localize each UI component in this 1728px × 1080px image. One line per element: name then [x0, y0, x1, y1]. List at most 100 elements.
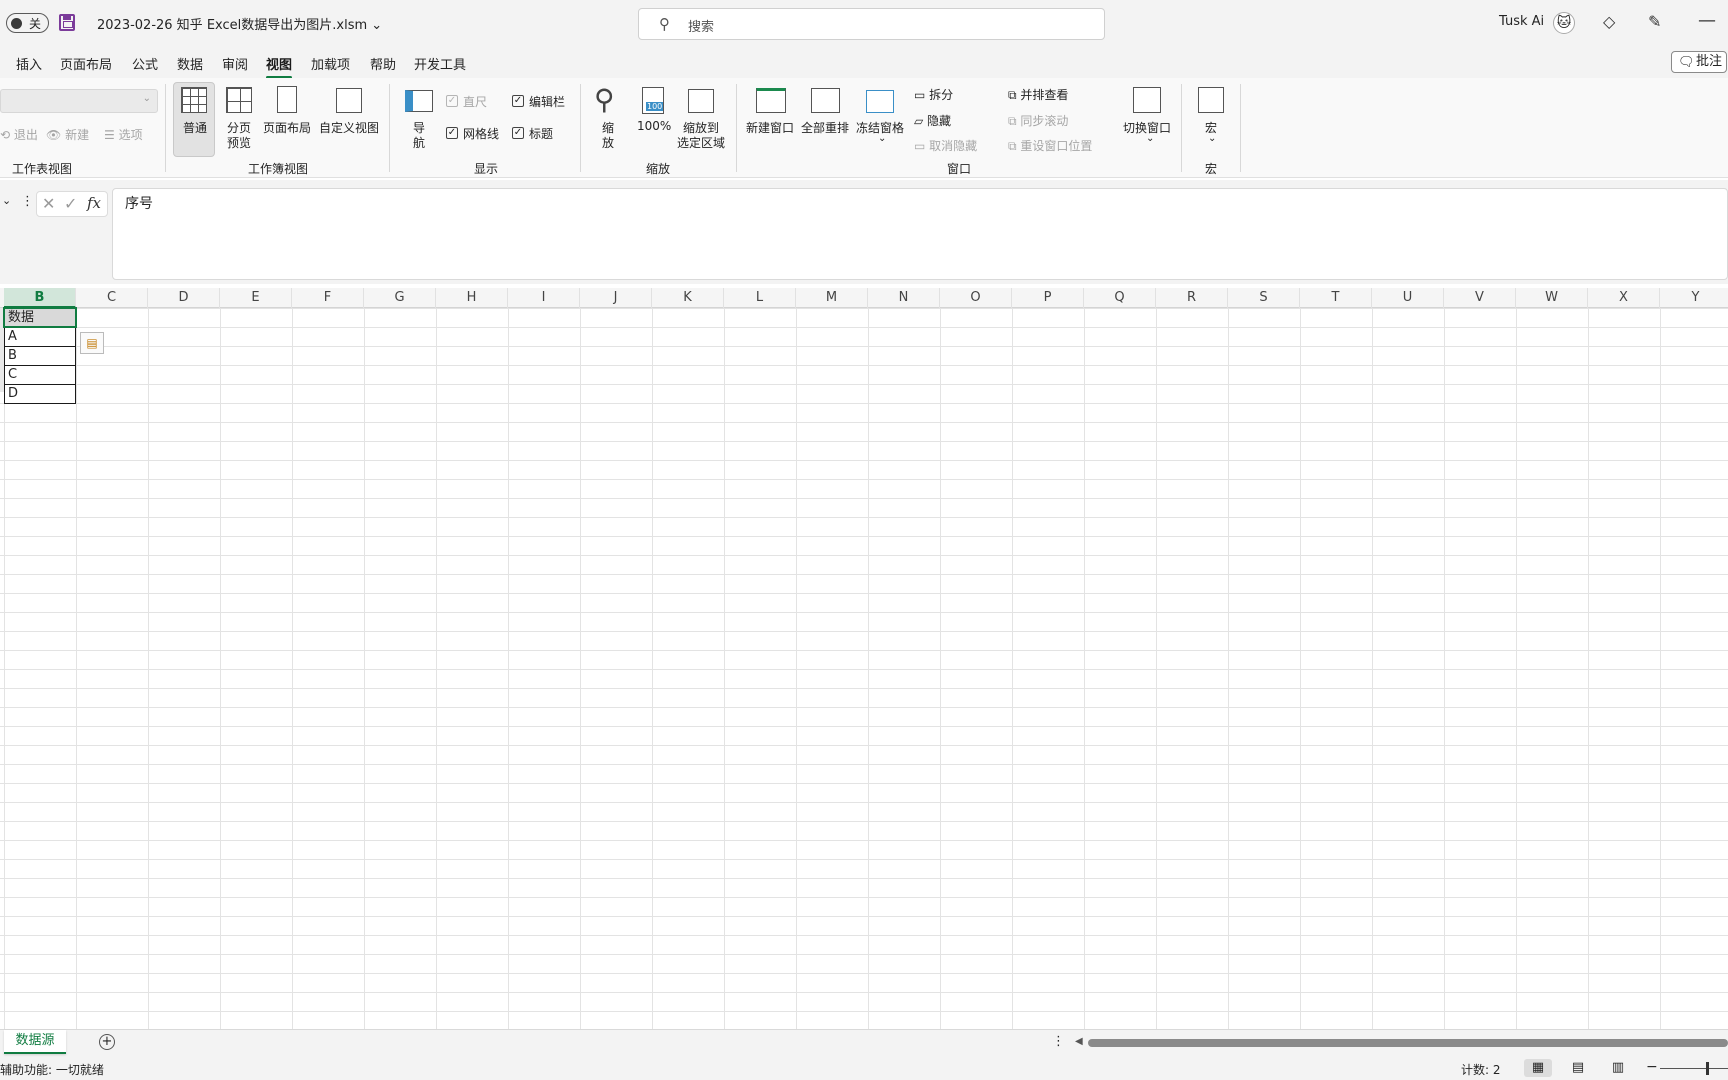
pen-icon[interactable]: ✎ [1648, 12, 1661, 31]
reset-window-position-button[interactable]: ⧉ 重设窗口位置 [1008, 137, 1092, 154]
ruler-checkbox[interactable]: ✓ [446, 95, 458, 107]
avatar[interactable]: 🐱 [1553, 12, 1575, 34]
split-button[interactable]: ▭ 拆分 [914, 86, 953, 103]
formula-bar-checkbox[interactable]: ✓ [512, 95, 524, 107]
quick-analysis-icon[interactable]: ▤ [80, 332, 104, 354]
tab-formulas[interactable]: 公式 [132, 54, 158, 73]
column-header-x[interactable]: X [1588, 288, 1660, 308]
zoom-100-icon[interactable]: 100 [642, 87, 664, 114]
accessibility-status[interactable]: 辅助功能: 一切就绪 [0, 1061, 104, 1078]
horizontal-scrollbar[interactable] [1088, 1039, 1728, 1047]
search-box[interactable]: ⚲ 搜索 [638, 8, 1105, 40]
column-header-d[interactable]: D [148, 288, 220, 308]
user-name[interactable]: Tusk Ai [1499, 14, 1544, 29]
tab-help[interactable]: 帮助 [370, 54, 396, 73]
save-icon[interactable] [59, 14, 75, 31]
column-header-m[interactable]: M [796, 288, 868, 308]
cell-b1[interactable]: 数据 [3, 307, 77, 328]
more-icon[interactable]: ⋮ [21, 194, 34, 209]
document-title[interactable]: 2023-02-26 知乎 Excel数据导出为图片.xlsm ⌄ [97, 14, 382, 33]
freeze-panes-icon[interactable] [866, 90, 894, 113]
sheet-view-select[interactable]: ⌄ [0, 89, 158, 113]
tab-developer[interactable]: 开发工具 [414, 54, 466, 73]
switch-windows-icon[interactable] [1133, 87, 1161, 113]
worksheet-grid[interactable]: BCDEFGHIJKLMNOPQRSTUVWXY 数据 A B C D ▤ [0, 288, 1728, 1029]
gridlines-checkbox[interactable]: ✓ [446, 127, 458, 139]
side-by-side-button[interactable]: ⧉ 并排查看 [1008, 86, 1068, 103]
column-header-i[interactable]: I [508, 288, 580, 308]
navigation-icon[interactable] [405, 90, 433, 112]
page-break-view-icon[interactable]: ▥ [1604, 1059, 1632, 1077]
name-box-chevron-icon[interactable]: ⌄ [2, 194, 11, 207]
column-header-l[interactable]: L [724, 288, 796, 308]
new-window-icon[interactable] [756, 88, 786, 113]
cell-b5[interactable]: D [4, 385, 76, 404]
tab-page-layout[interactable]: 页面布局 [60, 54, 112, 73]
cell-b2[interactable]: A [4, 328, 76, 347]
hide-button[interactable]: ▱ 隐藏 [914, 112, 951, 129]
column-header-w[interactable]: W [1516, 288, 1588, 308]
column-header-o[interactable]: O [940, 288, 1012, 308]
tab-review[interactable]: 审阅 [222, 54, 248, 73]
cancel-icon[interactable]: ✕ [42, 194, 55, 213]
tab-insert[interactable]: 插入 [16, 54, 42, 73]
page-layout-view-icon[interactable]: ▤ [1564, 1059, 1592, 1077]
column-header-v[interactable]: V [1444, 288, 1516, 308]
column-header-s[interactable]: S [1228, 288, 1300, 308]
column-header-h[interactable]: H [436, 288, 508, 308]
cell-b3[interactable]: B [4, 347, 76, 366]
unhide-button[interactable]: ▭ 取消隐藏 [914, 137, 977, 154]
hide-label: 隐藏 [927, 114, 952, 128]
zoom-out-icon[interactable]: − [1646, 1059, 1658, 1075]
custom-views-icon[interactable] [336, 88, 362, 113]
column-header-e[interactable]: E [220, 288, 292, 308]
zoom-to-selection-icon[interactable] [688, 89, 714, 113]
column-header-j[interactable]: J [580, 288, 652, 308]
add-sheet-icon[interactable]: + [99, 1034, 115, 1050]
chevron-down-icon[interactable]: ⌄ [878, 133, 886, 144]
page-layout-icon[interactable] [277, 86, 297, 113]
count-status: 计数: 2 [1461, 1063, 1501, 1077]
zoom-slider-thumb[interactable] [1706, 1062, 1709, 1075]
chevron-down-icon[interactable]: ⌄ [1146, 133, 1154, 144]
new-view-button[interactable]: 👁 新建 [46, 126, 89, 143]
column-header-t[interactable]: T [1300, 288, 1372, 308]
scroll-left-icon[interactable]: ◀ [1075, 1036, 1083, 1047]
column-header-c[interactable]: C [76, 288, 148, 308]
tab-data[interactable]: 数据 [177, 54, 203, 73]
normal-view-icon[interactable]: ▦ [1524, 1059, 1552, 1077]
column-header-q[interactable]: Q [1084, 288, 1156, 308]
column-header-n[interactable]: N [868, 288, 940, 308]
zoom-icon[interactable]: ⚲ [594, 83, 615, 116]
column-header-p[interactable]: P [1012, 288, 1084, 308]
column-header-y[interactable]: Y [1660, 288, 1728, 308]
column-header-k[interactable]: K [652, 288, 724, 308]
arrange-all-icon[interactable] [811, 88, 840, 113]
column-header-f[interactable]: F [292, 288, 364, 308]
comments-button[interactable]: 🗨 批注 [1671, 51, 1727, 73]
diamond-icon[interactable]: ◇ [1603, 12, 1615, 31]
autosave-toggle[interactable]: 关 [6, 13, 49, 33]
minimize-icon[interactable]: — [1698, 10, 1716, 31]
page-break-preview-icon[interactable] [226, 87, 252, 113]
tab-addins[interactable]: 加载项 [311, 54, 350, 73]
view-options-button[interactable]: ☰ 选项 [104, 126, 143, 143]
column-header-g[interactable]: G [364, 288, 436, 308]
exit-view-button[interactable]: ⟲ 退出 [0, 126, 38, 143]
column-header-b[interactable]: B [4, 288, 76, 308]
insert-function-icon[interactable]: fx [87, 194, 101, 212]
headings-checkbox[interactable]: ✓ [512, 127, 524, 139]
more-icon[interactable]: ⋮ [1052, 1034, 1065, 1049]
search-icon: ⚲ [659, 15, 670, 33]
formula-input[interactable]: 序号 [112, 188, 1728, 280]
enter-icon[interactable]: ✓ [64, 194, 77, 213]
sheet-tab-data-source[interactable]: 数据源 [4, 1030, 66, 1054]
cell-b4[interactable]: C [4, 366, 76, 385]
zoom-slider[interactable] [1660, 1068, 1728, 1069]
macros-icon[interactable] [1198, 87, 1224, 113]
tab-view[interactable]: 视图 [266, 54, 293, 79]
column-header-u[interactable]: U [1372, 288, 1444, 308]
chevron-down-icon[interactable]: ⌄ [1208, 133, 1216, 144]
sync-scroll-button[interactable]: ⧉ 同步滚动 [1008, 112, 1068, 129]
column-header-r[interactable]: R [1156, 288, 1228, 308]
